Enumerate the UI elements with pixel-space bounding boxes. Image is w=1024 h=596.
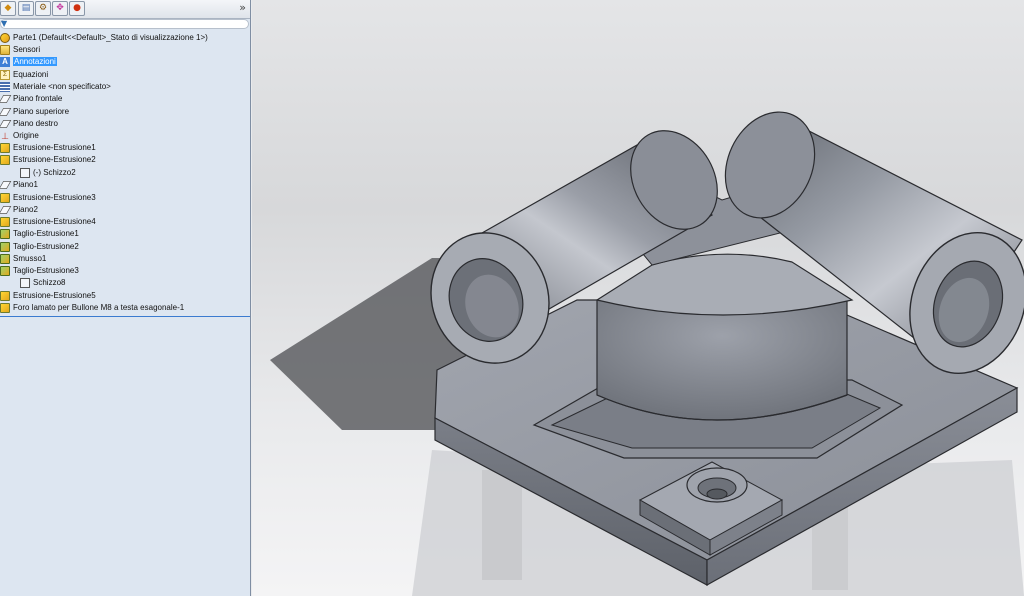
chamfer-icon bbox=[0, 254, 10, 264]
extrude-icon bbox=[0, 291, 10, 301]
tree-item-label: Taglio-Estrusione2 bbox=[13, 242, 79, 251]
tree-item-label: Piano frontale bbox=[13, 94, 63, 103]
tree-item-label: Piano destro bbox=[13, 119, 58, 128]
tree-item-label: Estrusione-Estrusione5 bbox=[13, 291, 96, 300]
tree-item-label: Annotazioni bbox=[13, 57, 57, 66]
extrude-icon bbox=[0, 155, 10, 165]
tree-item-label: Smusso1 bbox=[13, 254, 47, 263]
tree-item-origine[interactable]: ⊥ Origine bbox=[0, 130, 39, 142]
tree-item-label: Schizzo8 bbox=[33, 278, 66, 287]
configuration-manager-tab[interactable]: ⚙ bbox=[35, 1, 51, 16]
tree-item-label: Estrusione-Estrusione1 bbox=[13, 143, 96, 152]
hole-wizard-icon bbox=[0, 303, 10, 313]
tree-item-label: Estrusione-Estrusione3 bbox=[13, 193, 96, 202]
feature-manager-tab[interactable]: ◆ bbox=[0, 1, 16, 16]
tree-item-label: Foro lamato per Bullone M8 a testa esago… bbox=[13, 303, 185, 312]
tree-item-piano1[interactable]: Piano1 bbox=[0, 179, 38, 191]
tree-item-estrusione5[interactable]: Estrusione-Estrusione5 bbox=[0, 290, 96, 302]
tree-item-sensori[interactable]: Sensori bbox=[0, 44, 40, 56]
tree-item-label: Estrusione-Estrusione4 bbox=[13, 217, 96, 226]
tree-item-label: Materiale <non specificato> bbox=[13, 82, 111, 91]
tree-item-annotazioni[interactable]: A Annotazioni bbox=[0, 56, 57, 68]
material-icon bbox=[0, 82, 10, 92]
annotations-icon: A bbox=[0, 57, 10, 67]
tree-root-part[interactable]: Parte1 (Default<<Default>_Stato di visua… bbox=[0, 32, 208, 44]
tree-item-estrusione1[interactable]: Estrusione-Estrusione1 bbox=[0, 142, 96, 154]
tree-item-piano-superiore[interactable]: Piano superiore bbox=[0, 106, 69, 118]
tree-item-taglio3[interactable]: Taglio-Estrusione3 bbox=[0, 265, 79, 277]
tree-item-label: Piano superiore bbox=[13, 107, 70, 116]
tree-item-label: Equazioni bbox=[13, 70, 49, 79]
tree-item-label: Origine bbox=[13, 131, 39, 140]
extrude-icon bbox=[0, 193, 10, 203]
cut-extrude-icon bbox=[0, 229, 10, 239]
tree-item-equazioni[interactable]: Σ Equazioni bbox=[0, 69, 48, 81]
tree-item-estrusione3[interactable]: Estrusione-Estrusione3 bbox=[0, 192, 96, 204]
tree-item-label: Taglio-Estrusione1 bbox=[13, 229, 79, 238]
tree-item-estrusione2[interactable]: Estrusione-Estrusione2 bbox=[0, 154, 96, 166]
tree-item-label: (-) Schizzo2 bbox=[33, 168, 76, 177]
plane-icon bbox=[0, 120, 12, 128]
tree-item-label: Piano2 bbox=[13, 205, 38, 214]
tree-item-piano-frontale[interactable]: Piano frontale bbox=[0, 93, 62, 105]
origin-icon: ⊥ bbox=[1, 131, 9, 141]
sensor-folder-icon bbox=[0, 45, 10, 55]
tree-item-materiale[interactable]: Materiale <non specificato> bbox=[0, 81, 111, 93]
panel-tab-bar: ◆ ▤ ⚙ ✥ ● » bbox=[0, 0, 250, 19]
part-icon bbox=[0, 33, 10, 43]
sketch-icon bbox=[20, 168, 30, 178]
plane-icon bbox=[0, 95, 12, 103]
tree-item-label: Sensori bbox=[13, 45, 41, 54]
tree-item-label: Piano1 bbox=[13, 180, 38, 189]
display-manager-tab[interactable]: ● bbox=[69, 1, 85, 16]
plane-icon bbox=[0, 181, 12, 189]
plane-icon bbox=[0, 108, 12, 116]
extrude-icon bbox=[0, 143, 10, 153]
tree-item-smusso1[interactable]: Smusso1 bbox=[0, 253, 46, 265]
tree-item-schizzo8[interactable]: Schizzo8 bbox=[20, 277, 65, 289]
feature-manager-icon: ◆ bbox=[4, 3, 12, 13]
tree-item-taglio1[interactable]: Taglio-Estrusione1 bbox=[0, 228, 79, 240]
cut-extrude-icon bbox=[0, 242, 10, 252]
extrude-icon bbox=[0, 217, 10, 227]
expand-button[interactable]: » bbox=[239, 1, 246, 14]
tree-root-label: Parte1 (Default<<Default>_Stato di visua… bbox=[13, 33, 208, 42]
tree-filter-input[interactable]: ▼ bbox=[0, 19, 249, 29]
property-manager-tab[interactable]: ▤ bbox=[18, 1, 34, 16]
dimxpert-icon: ✥ bbox=[56, 3, 64, 13]
rollback-bar[interactable] bbox=[0, 316, 250, 317]
filter-icon: ▼ bbox=[1, 19, 8, 28]
tree-item-foro-lamato[interactable]: Foro lamato per Bullone M8 a testa esago… bbox=[0, 302, 184, 314]
cut-extrude-icon bbox=[0, 266, 10, 276]
display-manager-icon: ● bbox=[73, 3, 81, 13]
property-manager-icon: ▤ bbox=[21, 3, 31, 13]
feature-manager-panel: ◆ ▤ ⚙ ✥ ● » ▼ Parte1 (Default<<Default>_… bbox=[0, 0, 251, 596]
graphics-viewport[interactable] bbox=[252, 0, 1024, 596]
sketch-icon bbox=[20, 278, 30, 288]
dimxpert-tab[interactable]: ✥ bbox=[52, 1, 68, 16]
tree-item-piano-destro[interactable]: Piano destro bbox=[0, 118, 58, 130]
tree-item-label: Estrusione-Estrusione2 bbox=[13, 155, 96, 164]
tree-item-schizzo2[interactable]: (-) Schizzo2 bbox=[20, 167, 76, 179]
plane-icon bbox=[0, 206, 12, 214]
tree-item-piano2[interactable]: Piano2 bbox=[0, 204, 38, 216]
tree-item-estrusione4[interactable]: Estrusione-Estrusione4 bbox=[0, 216, 96, 228]
tree-item-label: Taglio-Estrusione3 bbox=[13, 266, 79, 275]
equations-icon: Σ bbox=[0, 70, 10, 80]
configuration-manager-icon: ⚙ bbox=[38, 3, 48, 13]
3d-part-model[interactable] bbox=[252, 0, 1024, 596]
tree-item-taglio2[interactable]: Taglio-Estrusione2 bbox=[0, 241, 79, 253]
